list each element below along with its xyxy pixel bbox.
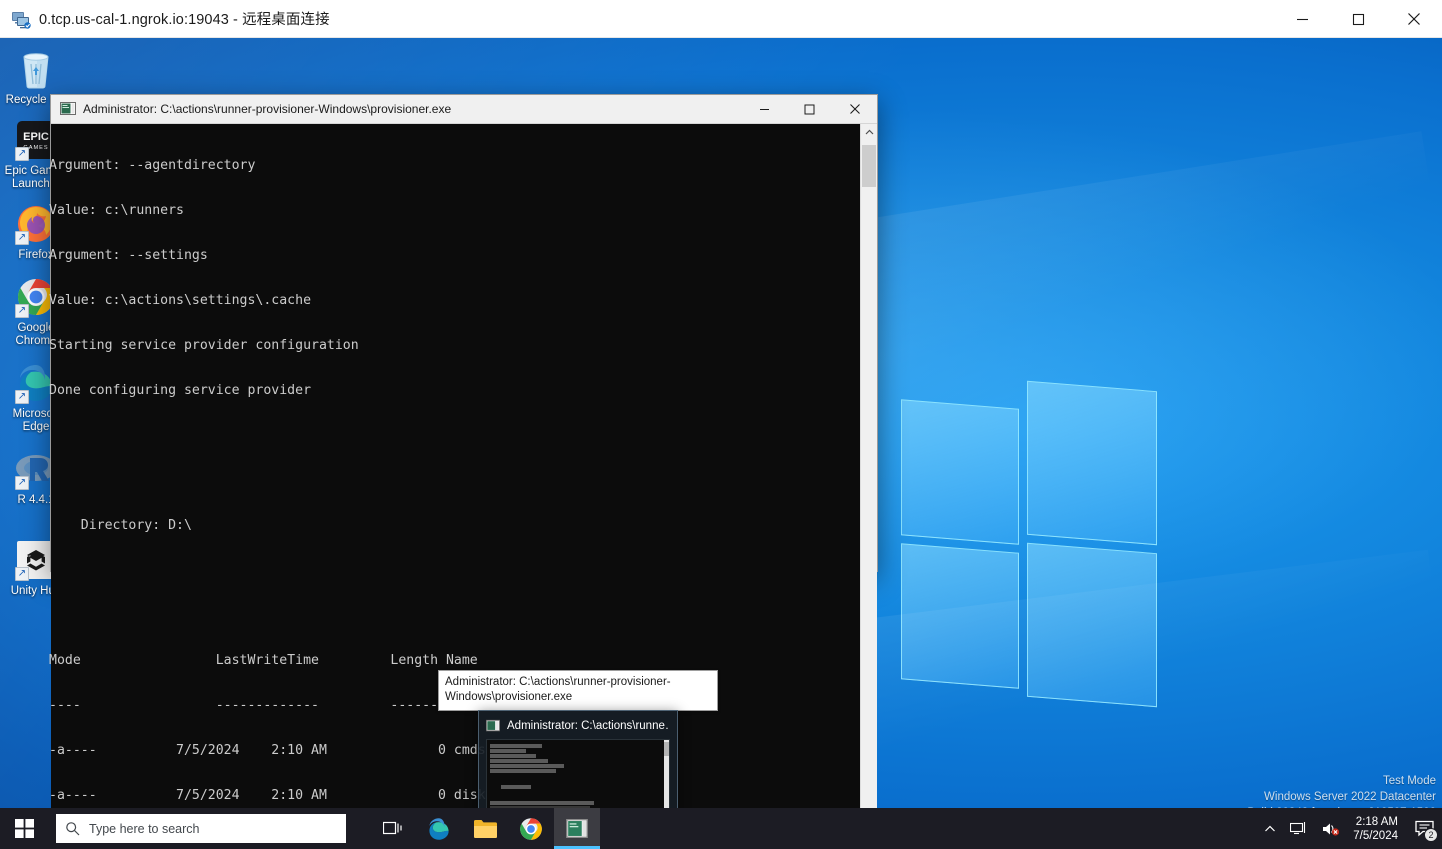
console-line: Value: c:\runners <box>49 203 184 218</box>
rdp-window-controls <box>1274 0 1442 38</box>
search-placeholder-text: Type here to search <box>89 821 200 836</box>
system-tray: 2:18 AM 7/5/2024 2 <box>1257 808 1442 849</box>
clock[interactable]: 2:18 AM 7/5/2024 <box>1347 808 1408 849</box>
shortcut-overlay-icon: ↗ <box>15 476 29 490</box>
console-window-icon <box>60 101 76 117</box>
console-line: Starting service provider configuration <box>49 338 359 353</box>
console-line: Argument: --agentdirectory <box>49 158 256 173</box>
thumbnail-header: Administrator: C:\actions\runne… <box>486 717 670 735</box>
console-body[interactable]: Argument: --agentdirectory Value: c:\run… <box>49 123 877 849</box>
recycle-bin-icon <box>15 48 57 90</box>
rdp-minimize-button[interactable] <box>1274 0 1330 38</box>
console-titlebar[interactable]: Administrator: C:\actions\runner-provisi… <box>51 95 877 123</box>
console-line: -a---- 7/5/2024 2:10 AM 0 diskpartlog.tx… <box>49 788 574 803</box>
notifications-button[interactable]: 2 <box>1408 808 1442 849</box>
console-maximize-button[interactable] <box>787 95 832 123</box>
remote-desktop-icon <box>11 9 31 29</box>
clock-date: 7/5/2024 <box>1353 829 1398 842</box>
network-icon[interactable] <box>1283 808 1315 849</box>
console-line: Argument: --settings <box>49 248 208 263</box>
taskbar: Type here to search 2:18 AM 7/5/2024 2 <box>0 808 1442 849</box>
start-button[interactable] <box>0 808 48 849</box>
console-scrollbar[interactable] <box>860 124 877 849</box>
scrollbar-track[interactable] <box>861 141 877 849</box>
shortcut-overlay-icon: ↗ <box>15 231 29 245</box>
rdp-titlebar[interactable]: 0.tcp.us-cal-1.ngrok.io:19043 - 远程桌面连接 <box>0 0 1442 38</box>
shortcut-overlay-icon: ↗ <box>15 567 29 581</box>
notification-count-badge: 2 <box>1424 828 1438 842</box>
console-window-icon <box>486 719 500 733</box>
console-line: Mode LastWriteTime Length Name <box>49 653 478 668</box>
console-output-text[interactable]: Argument: --agentdirectory Value: c:\run… <box>49 124 860 849</box>
search-icon <box>65 821 80 836</box>
scrollbar-up-arrow[interactable] <box>861 124 877 141</box>
taskbar-provisioner-console[interactable] <box>554 808 600 849</box>
console-line: -a---- 7/5/2024 2:10 AM 0 cmds.txt <box>49 743 518 758</box>
shortcut-overlay-icon: ↗ <box>15 304 29 318</box>
console-line: Done configuring service provider <box>49 383 312 398</box>
thumbnail-title: Administrator: C:\actions\runne… <box>507 720 670 732</box>
scrollbar-thumb[interactable] <box>862 145 876 187</box>
watermark-line-1: Test Mode <box>1382 775 1436 787</box>
taskbar-tooltip: Administrator: C:\actions\runner-provisi… <box>438 670 718 711</box>
clock-time: 2:18 AM <box>1355 815 1398 828</box>
windows-logo-wallpaper <box>893 358 1163 708</box>
rdp-title-text: 0.tcp.us-cal-1.ngrok.io:19043 - 远程桌面连接 <box>39 12 330 28</box>
console-window[interactable]: Administrator: C:\actions\runner-provisi… <box>49 94 878 849</box>
console-line: Value: c:\actions\settings\.cache <box>49 293 312 308</box>
console-minimize-button[interactable] <box>742 95 787 123</box>
taskbar-microsoft-edge[interactable] <box>416 808 462 849</box>
remote-desktop-window: 0.tcp.us-cal-1.ngrok.io:19043 - 远程桌面连接 R… <box>0 0 1442 849</box>
volume-muted-icon[interactable] <box>1315 808 1347 849</box>
console-window-controls <box>742 95 877 123</box>
task-view-button[interactable] <box>370 808 416 849</box>
rdp-maximize-button[interactable] <box>1330 0 1386 38</box>
watermark-line-2: Windows Server 2022 Datacenter <box>1264 791 1436 803</box>
console-close-button[interactable] <box>832 95 877 123</box>
shortcut-overlay-icon: ↗ <box>15 390 29 404</box>
show-hidden-icons-button[interactable] <box>1257 808 1283 849</box>
console-title-text: Administrator: C:\actions\runner-provisi… <box>83 102 452 116</box>
svg-text:EPIC: EPIC <box>23 131 49 143</box>
shortcut-overlay-icon: ↗ <box>15 147 29 161</box>
taskbar-google-chrome[interactable] <box>508 808 554 849</box>
taskbar-file-explorer[interactable] <box>462 808 508 849</box>
console-line: Directory: D:\ <box>49 518 192 533</box>
rdp-close-button[interactable] <box>1386 0 1442 38</box>
remote-desktop-surface[interactable]: Recycle Bin EPIC GAMES ↗ Epic Games Laun… <box>0 38 1442 849</box>
search-input[interactable]: Type here to search <box>56 814 346 843</box>
